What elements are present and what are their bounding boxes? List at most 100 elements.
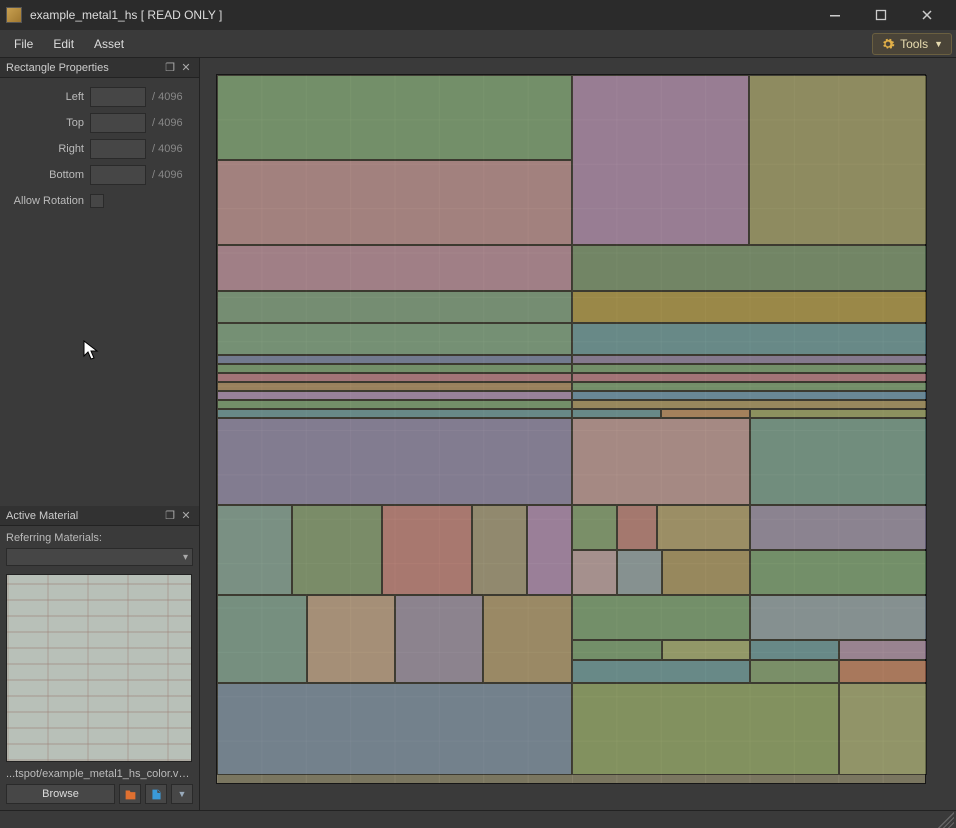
menu-asset[interactable]: Asset xyxy=(84,33,134,55)
window-title: example_metal1_hs [ READ ONLY ] xyxy=(30,8,812,22)
gear-icon xyxy=(881,37,895,51)
left-label: Left xyxy=(4,91,90,103)
hotspot-rect[interactable] xyxy=(750,660,839,683)
hotspot-rect[interactable] xyxy=(217,400,572,409)
right-input[interactable] xyxy=(90,139,146,159)
hotspot-rect[interactable] xyxy=(617,505,657,550)
hotspot-rect[interactable] xyxy=(307,595,395,683)
undock-icon[interactable]: ❐ xyxy=(163,509,177,523)
hotspot-rect[interactable] xyxy=(617,550,662,595)
hotspot-rect[interactable] xyxy=(572,660,750,683)
hotspot-rect[interactable] xyxy=(657,505,750,550)
hotspot-rect[interactable] xyxy=(839,660,927,683)
hotspot-rect[interactable] xyxy=(572,355,927,364)
hotspot-rect[interactable] xyxy=(662,640,750,660)
hotspot-rect[interactable] xyxy=(572,323,927,355)
hotspot-rect[interactable] xyxy=(572,291,927,323)
hotspot-rect[interactable] xyxy=(527,505,572,595)
hotspot-rect[interactable] xyxy=(750,550,927,595)
hotspot-rect[interactable] xyxy=(572,640,662,660)
hotspot-rect[interactable] xyxy=(572,75,749,245)
rectangle-properties-panel: Left / 4096 Top / 4096 Right / 4096 Bott… xyxy=(0,78,199,220)
close-panel-icon[interactable]: ✕ xyxy=(179,509,193,523)
left-input[interactable] xyxy=(90,87,146,107)
allow-rotation-checkbox[interactable] xyxy=(90,194,104,208)
hotspot-rect[interactable] xyxy=(750,418,927,505)
material-path: ...tspot/example_metal1_hs_color.vmat xyxy=(6,768,193,780)
statusbar xyxy=(0,810,956,828)
hotspot-rect[interactable] xyxy=(750,640,839,660)
close-button[interactable] xyxy=(904,0,950,30)
hotspot-rect[interactable] xyxy=(395,595,483,683)
hotspot-rect[interactable] xyxy=(217,160,572,245)
hotspot-rect[interactable] xyxy=(217,595,307,683)
hotspot-rect[interactable] xyxy=(750,409,927,418)
hotspot-rect[interactable] xyxy=(217,683,572,775)
hotspot-rect[interactable] xyxy=(662,550,750,595)
hotspot-rect[interactable] xyxy=(472,505,527,595)
bottom-input[interactable] xyxy=(90,165,146,185)
hotspot-rect[interactable] xyxy=(217,382,572,391)
hotspot-rect[interactable] xyxy=(572,391,927,400)
menu-file[interactable]: File xyxy=(4,33,43,55)
hotspot-rect[interactable] xyxy=(292,505,382,595)
hotspot-rect[interactable] xyxy=(217,373,572,382)
top-input[interactable] xyxy=(90,113,146,133)
material-preview xyxy=(6,574,192,762)
hotspot-rect[interactable] xyxy=(572,409,661,418)
hotspot-rect[interactable] xyxy=(572,418,750,505)
top-suffix: / 4096 xyxy=(152,117,183,129)
more-dropdown-button[interactable]: ▼ xyxy=(171,784,193,804)
hotspot-rect[interactable] xyxy=(217,75,572,160)
undock-icon[interactable]: ❐ xyxy=(163,61,177,75)
hotspot-rect[interactable] xyxy=(217,409,572,418)
hotspot-rect[interactable] xyxy=(483,595,572,683)
left-suffix: / 4096 xyxy=(152,91,183,103)
referring-materials-dropdown[interactable]: ▾ xyxy=(6,548,193,566)
hotspot-rect[interactable] xyxy=(217,391,572,400)
right-label: Right xyxy=(4,143,90,155)
main-area: Rectangle Properties ❐ ✕ Left / 4096 Top… xyxy=(0,58,956,810)
hotspot-rect[interactable] xyxy=(572,400,927,409)
hotspot-rect[interactable] xyxy=(572,505,617,550)
hotspot-rect[interactable] xyxy=(217,355,572,364)
browse-button[interactable]: Browse xyxy=(6,784,115,804)
minimize-button[interactable] xyxy=(812,0,858,30)
hotspot-rect[interactable] xyxy=(572,245,927,291)
hotspot-rect[interactable] xyxy=(572,550,617,595)
hotspot-rect[interactable] xyxy=(572,373,927,382)
hotspot-rect[interactable] xyxy=(217,245,572,291)
tools-label: Tools xyxy=(900,37,928,51)
canvas-area xyxy=(200,58,956,810)
rectangle-properties-title: Rectangle Properties xyxy=(6,62,161,74)
hotspot-rect[interactable] xyxy=(661,409,750,418)
reveal-button[interactable] xyxy=(145,784,167,804)
hotspot-rect[interactable] xyxy=(217,418,572,505)
hotspot-rect[interactable] xyxy=(839,640,927,660)
hotspot-rect[interactable] xyxy=(839,683,927,775)
bottom-label: Bottom xyxy=(4,169,90,181)
sidebar: Rectangle Properties ❐ ✕ Left / 4096 Top… xyxy=(0,58,200,810)
bottom-suffix: / 4096 xyxy=(152,169,183,181)
hotspot-rect[interactable] xyxy=(382,505,472,595)
hotspot-rect[interactable] xyxy=(749,75,927,245)
hotspot-rect[interactable] xyxy=(217,364,572,373)
open-external-button[interactable] xyxy=(119,784,141,804)
hotspot-rect[interactable] xyxy=(572,595,750,640)
hotspot-rect[interactable] xyxy=(572,364,927,373)
hotspot-rect[interactable] xyxy=(750,505,927,550)
chevron-down-icon: ▼ xyxy=(178,789,187,799)
maximize-button[interactable] xyxy=(858,0,904,30)
hotspot-rect[interactable] xyxy=(217,505,292,595)
menu-edit[interactable]: Edit xyxy=(43,33,84,55)
tools-dropdown[interactable]: Tools ▼ xyxy=(872,33,952,55)
hotspot-canvas[interactable] xyxy=(216,74,926,784)
resize-grip[interactable] xyxy=(938,812,954,828)
hotspot-rect[interactable] xyxy=(750,595,927,640)
close-panel-icon[interactable]: ✕ xyxy=(179,61,193,75)
hotspot-rect[interactable] xyxy=(217,291,572,323)
hotspot-rect[interactable] xyxy=(572,683,839,775)
hotspot-rect[interactable] xyxy=(572,382,927,391)
hotspot-rect[interactable] xyxy=(217,323,572,355)
chevron-down-icon: ▾ xyxy=(183,552,188,563)
